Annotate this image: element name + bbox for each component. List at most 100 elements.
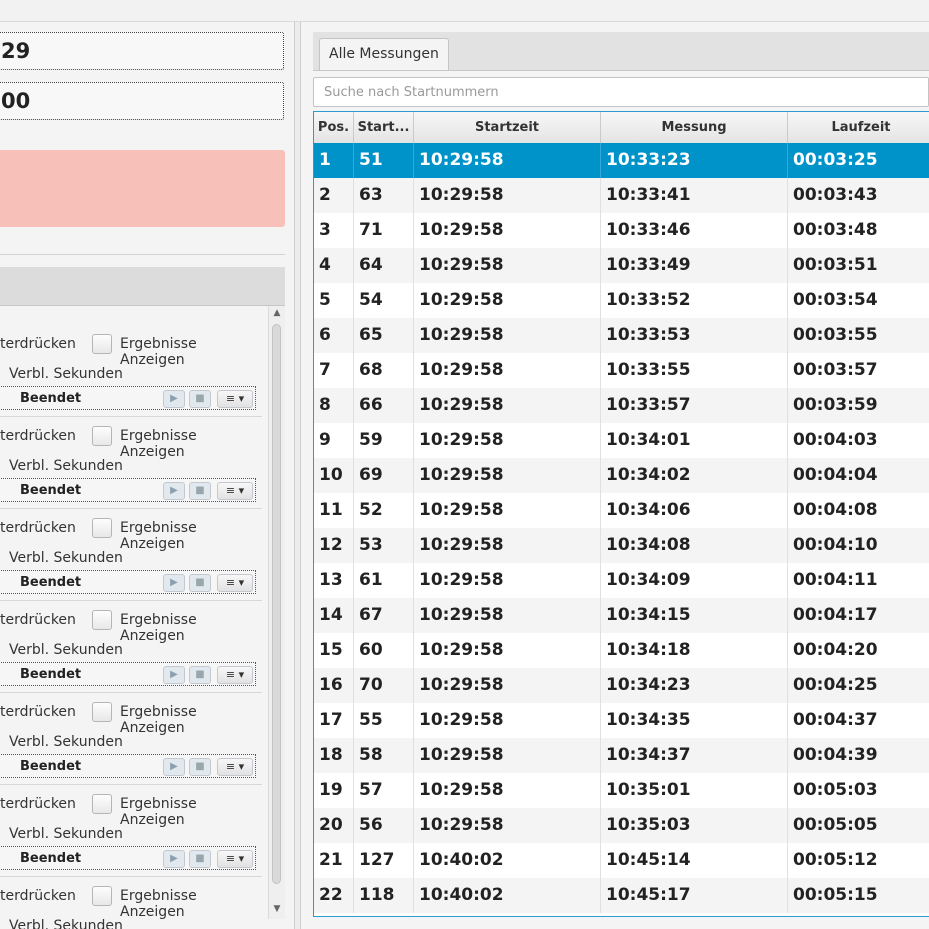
cell-messung: 10:33:41	[601, 178, 788, 213]
menu-button[interactable]: ≡ ▾	[217, 574, 253, 592]
cell-startzeit: 10:29:58	[414, 318, 601, 353]
cell-messung: 10:34:02	[601, 458, 788, 493]
cell-startzeit: 10:29:58	[414, 248, 601, 283]
stop-button[interactable]: ■	[189, 390, 211, 408]
show-results-checkbox[interactable]	[92, 426, 112, 446]
play-button[interactable]: ▶	[163, 666, 185, 684]
cell-laufzeit: 00:04:08	[793, 500, 878, 520]
scroll-down-icon[interactable]: ▼	[272, 904, 282, 914]
play-button[interactable]: ▶	[163, 390, 185, 408]
entry-divider	[0, 600, 262, 601]
time-field-2[interactable]: 00	[0, 82, 284, 120]
play-button[interactable]: ▶	[163, 758, 185, 776]
column-header-startnummer[interactable]: Start...	[354, 112, 414, 143]
menu-button[interactable]: ≡ ▾	[217, 482, 253, 500]
heat-control-bar: Beendet ▶ ■ ≡ ▾	[0, 478, 256, 502]
show-results-checkbox[interactable]	[92, 518, 112, 538]
cell-messung: 10:33:57	[601, 388, 788, 423]
tab-alle-messungen[interactable]: Alle Messungen	[319, 38, 449, 70]
menu-button[interactable]: ≡ ▾	[217, 390, 253, 408]
table-row[interactable]: 11 52 10:29:58 10:34:06 00:04:08	[314, 493, 929, 528]
cell-startnummer: 65	[354, 318, 414, 353]
stop-icon: ■	[195, 485, 205, 496]
cell-startzeit: 10:29:58	[414, 668, 601, 703]
show-results-label: Ergebnisse Anzeigen	[120, 520, 197, 552]
show-results-checkbox[interactable]	[92, 702, 112, 722]
table-row[interactable]: 6 65 10:29:58 10:33:53 00:03:55	[314, 318, 929, 353]
table-row[interactable]: 5 54 10:29:58 10:33:52 00:03:54	[314, 283, 929, 318]
scrollbar-thumb[interactable]	[272, 324, 281, 884]
stop-button[interactable]: ■	[189, 574, 211, 592]
table-row[interactable]: 4 64 10:29:58 10:33:49 00:03:51	[314, 248, 929, 283]
menu-button[interactable]: ≡ ▾	[217, 666, 253, 684]
time-field-1[interactable]: 29	[0, 32, 284, 70]
heat-entry: terdrücken Ergebnisse Anzeigen Verbl. Seku…	[0, 324, 262, 416]
cell-laufzeit: 00:04:10	[793, 535, 878, 555]
menu-button[interactable]: ≡ ▾	[217, 758, 253, 776]
show-results-label: Ergebnisse Anzeigen	[120, 612, 197, 644]
table-row[interactable]: 21 127 10:40:02 10:45:14 00:05:12	[314, 843, 929, 878]
cell-pos: 16	[314, 668, 354, 703]
table-row[interactable]: 7 68 10:29:58 10:33:55 00:03:57	[314, 353, 929, 388]
scroll-up-icon[interactable]: ▲	[272, 308, 282, 318]
pane-splitter[interactable]	[294, 22, 301, 929]
play-button[interactable]: ▶	[163, 482, 185, 500]
cell-messung: 10:34:35	[601, 703, 788, 738]
heats-list-scrollbar[interactable]: ▲ ▼	[268, 306, 285, 919]
cell-laufzeit: 00:04:39	[793, 745, 878, 765]
column-header-pos[interactable]: Pos.	[314, 112, 354, 143]
tab-bar: Alle Messungen	[313, 32, 929, 71]
table-row[interactable]: 14 67 10:29:58 10:34:15 00:04:17	[314, 598, 929, 633]
cell-pos: 3	[314, 213, 354, 248]
right-pane: Alle Messungen Pos. Start... Startzeit M…	[301, 22, 929, 929]
show-results-checkbox[interactable]	[92, 334, 112, 354]
table-row[interactable]: 3 71 10:29:58 10:33:46 00:03:48	[314, 213, 929, 248]
table-row[interactable]: 17 55 10:29:58 10:34:35 00:04:37	[314, 703, 929, 738]
show-results-label: Ergebnisse Anzeigen	[120, 336, 197, 368]
table-row[interactable]: 13 61 10:29:58 10:34:09 00:04:11	[314, 563, 929, 598]
column-header-laufzeit[interactable]: Laufzeit	[788, 112, 929, 143]
heat-status: Beendet	[20, 667, 82, 682]
cell-startnummer: 56	[354, 808, 414, 843]
play-button[interactable]: ▶	[163, 850, 185, 868]
play-button[interactable]: ▶	[163, 574, 185, 592]
table-row[interactable]: 10 69 10:29:58 10:34:02 00:04:04	[314, 458, 929, 493]
table-row-selected[interactable]: 1 51 10:29:58 10:33:23 00:03:25	[314, 143, 929, 178]
cell-laufzeit: 00:03:51	[793, 255, 878, 275]
stop-button[interactable]: ■	[189, 758, 211, 776]
stop-button[interactable]: ■	[189, 482, 211, 500]
table-row[interactable]: 18 58 10:29:58 10:34:37 00:04:39	[314, 738, 929, 773]
menu-icon: ≡ ▾	[225, 852, 245, 865]
entry-divider	[0, 416, 262, 417]
heats-panel-header	[0, 267, 285, 306]
table-row[interactable]: 15 60 10:29:58 10:34:18 00:04:20	[314, 633, 929, 668]
menu-button[interactable]: ≡ ▾	[217, 850, 253, 868]
cell-messung: 10:45:14	[601, 843, 788, 878]
heat-status: Beendet	[20, 391, 82, 406]
show-results-checkbox[interactable]	[92, 886, 112, 906]
table-row[interactable]: 22 118 10:40:02 10:45:17 00:05:15	[314, 878, 929, 913]
stop-button[interactable]: ■	[189, 666, 211, 684]
table-row[interactable]: 8 66 10:29:58 10:33:57 00:03:59	[314, 388, 929, 423]
cell-pos: 11	[314, 493, 354, 528]
column-header-messung[interactable]: Messung	[601, 112, 788, 143]
table-row[interactable]: 20 56 10:29:58 10:35:03 00:05:05	[314, 808, 929, 843]
table-row[interactable]: 19 57 10:29:58 10:35:01 00:05:03	[314, 773, 929, 808]
table-row[interactable]: 12 53 10:29:58 10:34:08 00:04:10	[314, 528, 929, 563]
stop-button[interactable]: ■	[189, 850, 211, 868]
heat-control-bar: Beendet ▶ ■ ≡ ▾	[0, 386, 256, 410]
table-row[interactable]: 2 63 10:29:58 10:33:41 00:03:43	[314, 178, 929, 213]
show-results-label: Ergebnisse Anzeigen	[120, 428, 197, 460]
table-row[interactable]: 9 59 10:29:58 10:34:01 00:04:03	[314, 423, 929, 458]
startnumber-search-input[interactable]	[313, 77, 929, 107]
menu-icon: ≡ ▾	[225, 392, 245, 405]
cell-laufzeit: 00:04:25	[793, 675, 878, 695]
cell-laufzeit: 00:05:05	[793, 815, 878, 835]
cell-messung: 10:34:18	[601, 633, 788, 668]
remaining-seconds-label: Verbl. Sekunden	[9, 458, 123, 474]
cell-laufzeit: 00:03:43	[793, 185, 878, 205]
show-results-checkbox[interactable]	[92, 794, 112, 814]
show-results-checkbox[interactable]	[92, 610, 112, 630]
table-row[interactable]: 16 70 10:29:58 10:34:23 00:04:25	[314, 668, 929, 703]
column-header-startzeit[interactable]: Startzeit	[414, 112, 601, 143]
